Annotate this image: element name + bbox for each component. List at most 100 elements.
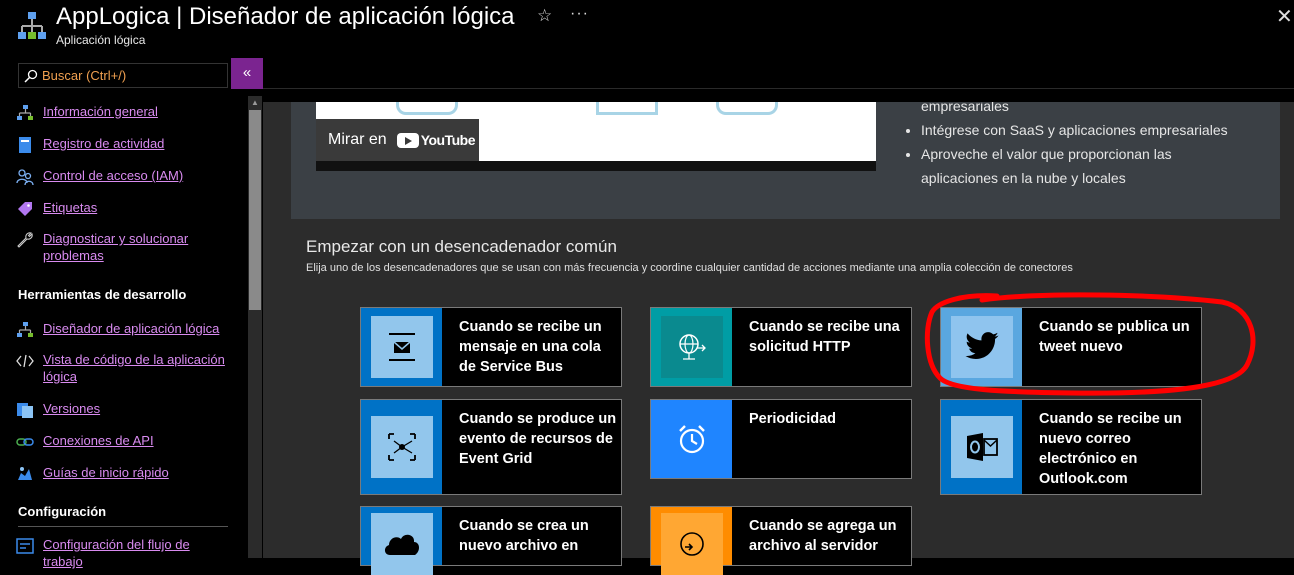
sidebar-item-label: Diseñador de aplicación lógica: [43, 321, 220, 336]
youtube-logo-icon: YouTube: [396, 132, 476, 148]
card-label: Periodicidad: [749, 411, 837, 427]
cloud-icon: [384, 534, 419, 555]
sidebar-item-label: Etiquetas: [43, 200, 98, 215]
trigger-card-service-bus[interactable]: Cuando se recibe un mensaje en una cola …: [360, 307, 622, 387]
youtube-label: YouTube: [420, 132, 476, 148]
section-title-dev-tools: Herramientas de desarrollo: [18, 287, 187, 302]
sidebar-item-label: Control de acceso (IAM): [43, 168, 184, 183]
section-divider: [18, 526, 228, 527]
card-label: Cuando se recibe un mensaje en una cola …: [459, 319, 602, 375]
api-connections-icon: [16, 438, 34, 446]
sidebar-item-workflow-settings[interactable]: Configuración del flujo de trabajo: [16, 536, 233, 570]
card-icon-bg: [941, 400, 1022, 494]
sidebar-item-versions[interactable]: Versiones: [16, 400, 233, 419]
sidebar-item-tags[interactable]: Etiquetas: [16, 199, 233, 218]
card-label: Cuando se agrega un archivo al servidor: [749, 518, 897, 554]
video-graphic: [596, 102, 658, 115]
intro-panel: Mirar en YouTube empresariales Intégrese…: [291, 102, 1280, 219]
watch-label: Mirar en: [328, 131, 387, 148]
activity-log-icon: [19, 137, 31, 153]
trigger-card-recurrence[interactable]: Periodicidad: [650, 399, 912, 479]
sidebar-item-label: Versiones: [43, 401, 101, 416]
card-label: Cuando se recibe una solicitud HTTP: [749, 319, 900, 355]
card-icon-bg: [361, 308, 442, 386]
highlight-annotation: [924, 292, 1256, 396]
close-icon[interactable]: ✕: [1276, 4, 1293, 29]
triggers-title: Empezar con un desencadenador común: [306, 237, 617, 256]
logic-app-icon: [18, 12, 46, 39]
search-icon: [24, 69, 38, 83]
card-icon-tile: [660, 408, 723, 470]
sidebar-item-quickstart[interactable]: Guías de inicio rápido: [16, 464, 233, 483]
designer-icon: [17, 322, 33, 337]
header: AppLogica | Diseñador de aplicación lógi…: [0, 0, 1294, 56]
event-grid-icon: [387, 433, 416, 461]
card-icon-bg: [361, 507, 442, 575]
feature-item: Aproveche el valor que proporcionan las: [921, 142, 1271, 166]
sidebar-item-label: Guías de inicio rápido: [43, 465, 169, 480]
sidebar-item-label: Información general: [43, 104, 158, 119]
scroll-up-icon[interactable]: ▲: [248, 96, 262, 110]
collapse-sidebar-button[interactable]: «: [231, 58, 263, 89]
overview-icon: [17, 105, 33, 120]
card-icon-tile: [370, 316, 433, 378]
watch-on-youtube-button[interactable]: Mirar en YouTube: [316, 119, 479, 161]
card-icon-tile: [370, 513, 433, 575]
sidebar-item-access-control[interactable]: Control de acceso (IAM): [16, 167, 233, 186]
http-request-icon: [678, 334, 706, 360]
service-bus-icon: [388, 333, 415, 361]
divider: [263, 88, 1294, 89]
sidebar-item-diagnose[interactable]: Diagnosticar y solucionar problemas: [16, 230, 233, 264]
ftp-icon: [679, 532, 704, 556]
card-label: Cuando se recibe un nuevo correo electró…: [1039, 411, 1182, 487]
code-icon: [16, 354, 34, 368]
sidebar-item-api-connections[interactable]: Conexiones de API: [16, 432, 233, 451]
feature-text: empresariales: [921, 102, 1009, 114]
play-icon: [396, 132, 419, 148]
search-box: [18, 63, 228, 88]
sidebar-item-code-view[interactable]: Vista de código de la aplicación lógica: [16, 351, 233, 385]
triggers-description: Elija uno de los desencadenadores que se…: [306, 262, 1073, 274]
card-label: Cuando se crea un nuevo archivo en: [459, 518, 589, 554]
card-icon-bg: [361, 400, 442, 494]
tag-icon: [18, 202, 32, 216]
card-icon-tile: [370, 416, 433, 478]
card-icon-bg: [651, 400, 732, 478]
card-icon-bg: [651, 308, 732, 386]
video-graphic: [396, 102, 458, 115]
sidebar-item-designer[interactable]: Diseñador de aplicación lógica: [16, 320, 233, 339]
feature-item: Intégrese con SaaS y aplicaciones empres…: [921, 118, 1271, 142]
card-icon-tile: [950, 416, 1013, 478]
card-icon-bg: [651, 507, 732, 575]
outlook-icon: [966, 433, 998, 461]
sidebar-item-activity-log[interactable]: Registro de actividad: [16, 135, 233, 154]
sidebar-item-label: Diagnosticar y solucionar problemas: [43, 231, 189, 263]
search-input[interactable]: [42, 68, 222, 83]
card-icon-tile: [660, 513, 723, 575]
trigger-card-outlook[interactable]: Cuando se recibe un nuevo correo electró…: [940, 399, 1202, 495]
sidebar-item-label: Configuración del flujo de trabajo: [43, 537, 190, 569]
sidebar-item-label: Conexiones de API: [43, 433, 154, 448]
sidebar-scrollbar[interactable]: ▲: [248, 96, 262, 558]
clock-icon: [678, 425, 705, 454]
trigger-card-ftp[interactable]: Cuando se agrega un archivo al servidor: [650, 506, 912, 575]
more-icon[interactable]: ···: [570, 5, 589, 23]
sidebar-item-overview[interactable]: Información general: [16, 103, 233, 122]
trigger-card-new-file[interactable]: Cuando se crea un nuevo archivo en: [360, 506, 622, 575]
trigger-card-event-grid[interactable]: Cuando se produce un evento de recursos …: [360, 399, 622, 495]
video-control-bar: [316, 161, 876, 171]
scroll-thumb[interactable]: [249, 110, 261, 310]
feature-list: empresariales Intégrese con SaaS y aplic…: [901, 102, 1271, 190]
sidebar-item-label: Vista de código de la aplicación lógica: [43, 352, 225, 384]
page-title: AppLogica | Diseñador de aplicación lógi…: [56, 3, 515, 30]
access-control-icon: [16, 169, 34, 186]
star-icon[interactable]: ☆: [537, 6, 552, 26]
trigger-card-http[interactable]: Cuando se recibe una solicitud HTTP: [650, 307, 912, 387]
versions-icon: [17, 403, 33, 418]
feature-text: aplicaciones en la nube y locales: [921, 170, 1126, 186]
video-graphic: [716, 102, 778, 115]
workflow-settings-icon: [16, 538, 34, 554]
quickstart-icon: [18, 467, 32, 480]
wrench-icon: [17, 232, 33, 248]
card-label: Cuando se produce un evento de recursos …: [459, 411, 617, 467]
